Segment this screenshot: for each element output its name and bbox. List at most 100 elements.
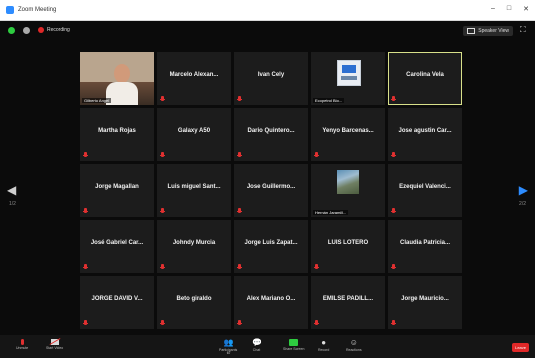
- start-video-button[interactable]: Start Video: [46, 338, 63, 350]
- participant-name: Carolina Vela: [406, 72, 444, 78]
- muted-mic-icon: [237, 208, 242, 213]
- unmute-button[interactable]: Unmute: [16, 338, 28, 350]
- participant-tile-active-speaker[interactable]: Carolina Vela: [388, 52, 462, 105]
- participant-avatar: [337, 60, 361, 86]
- chat-button[interactable]: 💬 Chat: [252, 338, 262, 352]
- participant-tile[interactable]: Alex Mariano O...: [234, 276, 308, 329]
- muted-mic-icon: [237, 152, 242, 157]
- share-screen-icon: [289, 339, 299, 346]
- muted-mic-icon: [314, 320, 319, 325]
- participant-tile[interactable]: Jose agustin Car...: [388, 108, 462, 161]
- participant-name: Galaxy A50: [177, 128, 211, 134]
- participant-tile[interactable]: Dario Quintero...: [234, 108, 308, 161]
- minimize-button[interactable]: –: [491, 5, 495, 13]
- participant-name: Ivan Cely: [257, 72, 285, 78]
- participant-name: José Gabriel Car...: [90, 240, 144, 246]
- participant-name: Marcelo Alexan...: [169, 72, 219, 78]
- participant-tile[interactable]: Jorge Luis Zapat...: [234, 220, 308, 273]
- muted-mic-icon: [237, 264, 242, 269]
- participant-tile[interactable]: Yenyo Barcenas...: [311, 108, 385, 161]
- participant-tile[interactable]: Jorge Magallan: [80, 164, 154, 217]
- speaker-view-button[interactable]: Speaker View: [463, 26, 513, 36]
- participant-tile[interactable]: Martha Rojas: [80, 108, 154, 161]
- participant-tile[interactable]: Galaxy A50: [157, 108, 231, 161]
- share-screen-label: Share Screen: [283, 347, 305, 351]
- participant-name: Jose agustin Car...: [398, 128, 452, 134]
- participant-tile[interactable]: Beto giraldo: [157, 276, 231, 329]
- participant-tile[interactable]: Luis miguel Sant...: [157, 164, 231, 217]
- recording-icon: [38, 27, 44, 33]
- participant-tile[interactable]: JORGE DAVID V...: [80, 276, 154, 329]
- record-label: Record: [318, 348, 330, 352]
- unmute-label: Unmute: [16, 346, 29, 350]
- recording-label: Recording: [47, 27, 70, 33]
- participant-nametag: Hernán Jaramill...: [313, 210, 349, 215]
- microphone-muted-icon: [20, 339, 24, 345]
- participant-nametag: Ecopetrol Bio...: [313, 98, 345, 103]
- participant-tile[interactable]: Jorge Mauricio...: [388, 276, 462, 329]
- muted-mic-icon: [314, 264, 319, 269]
- participant-name: Jorge Mauricio...: [401, 296, 449, 302]
- participant-name: Claudia Patricia...: [399, 240, 451, 246]
- participant-name: Jorge Luis Zapat...: [244, 240, 298, 246]
- start-video-label: Start Video: [46, 346, 64, 350]
- muted-mic-icon: [391, 208, 396, 213]
- maximize-button[interactable]: □: [507, 5, 511, 13]
- record-button[interactable]: ● Record: [318, 338, 329, 352]
- participant-tile[interactable]: Marcelo Alexan...: [157, 52, 231, 105]
- chat-icon: 💬: [252, 338, 262, 347]
- meeting-topbar: Recording: [0, 21, 535, 39]
- meeting-info-icon[interactable]: [23, 26, 30, 34]
- reactions-button[interactable]: ☺ Reactions: [346, 338, 362, 352]
- close-button[interactable]: ✕: [523, 5, 529, 13]
- participants-icon: 👥67: [223, 338, 234, 355]
- muted-mic-icon: [83, 152, 88, 157]
- leave-button[interactable]: Leave: [512, 343, 529, 352]
- muted-mic-icon: [160, 152, 165, 157]
- participant-tile[interactable]: EMILSE PADILL...: [311, 276, 385, 329]
- participant-tile[interactable]: Johndy Murcia: [157, 220, 231, 273]
- page-indicator-left: 1/2: [9, 201, 16, 207]
- participant-tile[interactable]: Hernán Jaramill...: [311, 164, 385, 217]
- participant-name: Martha Rojas: [98, 128, 136, 134]
- security-shield-icon[interactable]: [8, 26, 15, 34]
- muted-mic-icon: [314, 152, 319, 157]
- next-page-arrow-icon[interactable]: ▶: [519, 183, 528, 197]
- muted-mic-icon: [160, 264, 165, 269]
- participant-tile[interactable]: Claudia Patricia...: [388, 220, 462, 273]
- muted-mic-icon: [237, 320, 242, 325]
- muted-mic-icon: [160, 320, 165, 325]
- participant-avatar: [337, 170, 359, 194]
- participant-tile[interactable]: Gilberto Angel: [80, 52, 154, 105]
- speaker-view-icon: [467, 28, 476, 34]
- window-controls: – □ ✕: [491, 5, 529, 13]
- participant-name: Beto giraldo: [176, 296, 212, 302]
- participant-tile[interactable]: José Gabriel Car...: [80, 220, 154, 273]
- participant-tile[interactable]: Ecopetrol Bio...: [311, 52, 385, 105]
- muted-mic-icon: [237, 96, 242, 101]
- muted-mic-icon: [391, 264, 396, 269]
- previous-page-arrow-icon[interactable]: ◀: [7, 183, 16, 197]
- window-title: Zoom Meeting: [18, 7, 57, 13]
- participant-tile[interactable]: Ezequiel Valenci...: [388, 164, 462, 217]
- muted-mic-icon: [83, 264, 88, 269]
- share-screen-button[interactable]: Share Screen: [283, 338, 304, 351]
- participant-tile[interactable]: Ivan Cely: [234, 52, 308, 105]
- participant-name: Yenyo Barcenas...: [322, 128, 374, 134]
- participant-name: Dario Quintero...: [247, 128, 295, 134]
- zoom-app-icon: [6, 6, 14, 14]
- participant-name: JORGE DAVID V...: [91, 296, 143, 302]
- page-indicator-right: 2/2: [519, 201, 526, 207]
- reactions-icon: ☺: [349, 338, 358, 347]
- participant-name: Jorge Magallan: [95, 184, 139, 190]
- participant-name: Jose Guillermo...: [246, 184, 296, 190]
- muted-mic-icon: [160, 96, 165, 101]
- window-titlebar: Zoom Meeting – □ ✕: [0, 0, 535, 21]
- record-icon: ●: [321, 338, 327, 347]
- participant-tile[interactable]: Jose Guillermo...: [234, 164, 308, 217]
- participant-tile[interactable]: LUIS LOTERO: [311, 220, 385, 273]
- muted-mic-icon: [160, 208, 165, 213]
- fullscreen-icon[interactable]: ⛶: [520, 26, 528, 34]
- reactions-label: Reactions: [346, 348, 362, 352]
- participants-button[interactable]: 👥67 Participants: [219, 338, 237, 355]
